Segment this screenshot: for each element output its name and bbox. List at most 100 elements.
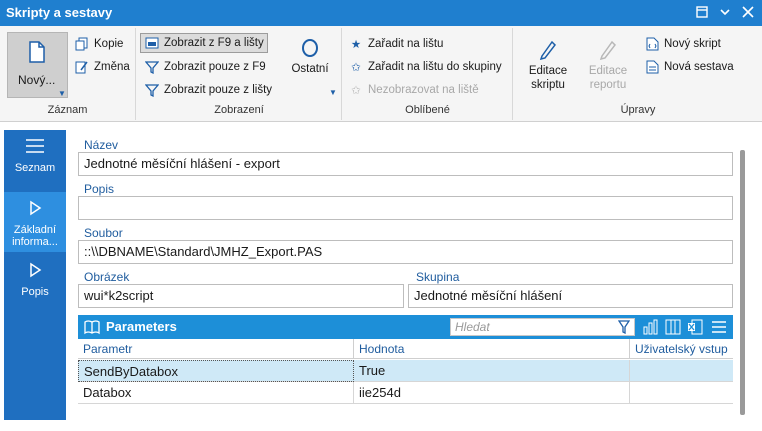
new-report-button[interactable]: Nová sestava xyxy=(644,59,734,75)
parameters-title: Parameters xyxy=(106,319,177,334)
new-button[interactable]: Nový... ▼ xyxy=(7,32,68,98)
dropdown-arrow-icon: ▼ xyxy=(58,89,66,98)
edit-script-label-1: Editace xyxy=(528,65,568,77)
table-cell[interactable] xyxy=(630,360,733,382)
other-button[interactable]: Ostatní ▼ xyxy=(285,38,337,97)
ribbon-group-zobrazeni: Zobrazit z F9 a lišty Zobrazit pouze z F… xyxy=(137,28,342,120)
sidebar-item-label: Seznam xyxy=(14,162,56,174)
book-icon xyxy=(84,320,100,335)
star-group-icon: ✩ xyxy=(351,62,361,74)
sidebar: Seznam Základní informa... Popis xyxy=(4,130,66,420)
table-row[interactable]: Databox iie254d xyxy=(78,382,733,404)
sidebar-item-label: Základní informa... xyxy=(12,224,58,248)
chart-icon[interactable] xyxy=(642,318,660,336)
sidebar-item-seznam[interactable]: Seznam xyxy=(4,130,66,190)
ribbon: Nový... ▼ Kopie Změna Záznam Zobrazit z … xyxy=(0,26,762,122)
search-placeholder: Hledat xyxy=(455,320,490,334)
show-f9-and-bar-button[interactable]: Zobrazit z F9 a lišty xyxy=(140,33,268,53)
script-file-icon xyxy=(644,36,660,52)
hide-from-bar-button[interactable]: ✩ Nezobrazovat na liště xyxy=(348,82,478,98)
obrazek-label: Obrázek xyxy=(84,270,130,284)
copy-button[interactable]: Kopie xyxy=(74,36,123,52)
new-document-icon xyxy=(29,41,45,63)
new-script-button[interactable]: Nový skript xyxy=(644,36,721,52)
list-icon xyxy=(4,138,66,158)
window-icon xyxy=(144,35,160,51)
close-icon[interactable] xyxy=(738,3,758,23)
copy-label: Kopie xyxy=(94,38,124,50)
excel-icon[interactable] xyxy=(686,318,704,336)
ribbon-group-upravy: Editace skriptu Editace reportu Nový skr… xyxy=(514,28,762,120)
dropdown-arrow-icon: ▼ xyxy=(329,88,337,97)
filter-icon xyxy=(144,82,160,98)
edit-report-label-1: Editace xyxy=(588,65,628,77)
star-disabled-icon: ✩ xyxy=(351,85,361,97)
popis-label: Popis xyxy=(84,182,115,196)
add-to-bar-group-button[interactable]: ✩ Zařadit na lištu do skupiny xyxy=(348,59,502,75)
minimize-icon[interactable] xyxy=(715,3,735,23)
vertical-scrollbar[interactable] xyxy=(740,150,745,415)
edit-icon xyxy=(74,59,90,75)
edit-report-label-2: reportu xyxy=(589,79,627,91)
menu-icon[interactable] xyxy=(710,318,728,336)
ribbon-group-oblibene: ★ Zařadit na lištu ✩ Zařadit na lištu do… xyxy=(343,28,513,120)
edit-button[interactable]: Změna xyxy=(74,59,130,75)
filter-icon[interactable] xyxy=(618,320,630,334)
pen-report-icon xyxy=(599,40,616,61)
title-bar: Skripty a sestavy xyxy=(0,0,762,26)
table-cell[interactable]: Databox xyxy=(78,382,354,404)
sidebar-item-zakladni-informace[interactable]: Základní informa... xyxy=(4,192,66,252)
sidebar-item-label: Popis xyxy=(21,286,49,298)
report-file-icon xyxy=(644,59,660,75)
new-button-label: Nový... xyxy=(18,73,56,87)
group-label-upravy: Úpravy xyxy=(620,104,656,116)
group-label-oblibene: Oblíbené xyxy=(405,104,450,116)
show-bar-only-label: Zobrazit pouze z lišty xyxy=(164,84,273,96)
new-report-label: Nová sestava xyxy=(664,61,734,73)
group-label-zobrazeni: Zobrazení xyxy=(214,104,264,116)
sidebar-item-popis[interactable]: Popis xyxy=(4,254,66,314)
edit-label: Změna xyxy=(94,61,130,73)
table-cell[interactable]: SendByDatabox xyxy=(78,360,354,382)
copy-icon xyxy=(74,36,90,52)
star-icon: ★ xyxy=(350,39,362,51)
nazev-field[interactable]: Jednotné měsíční hlášení - export xyxy=(78,152,733,176)
search-input[interactable]: Hledat xyxy=(450,318,635,336)
show-f9-only-button[interactable]: Zobrazit pouze z F9 xyxy=(144,59,266,75)
columns-icon[interactable] xyxy=(664,318,682,336)
soubor-field[interactable]: ::\\DBNAME\Standard\JMHZ_Export.PAS xyxy=(78,240,733,264)
popis-field[interactable] xyxy=(78,196,733,220)
edit-report-button[interactable]: Editace reportu xyxy=(584,38,632,92)
add-to-bar-button[interactable]: ★ Zařadit na lištu xyxy=(348,36,444,52)
pen-code-icon xyxy=(539,40,556,61)
window-title: Skripty a sestavy xyxy=(6,5,113,20)
edit-script-button[interactable]: Editace skriptu xyxy=(524,38,572,92)
add-to-bar-label: Zařadit na lištu xyxy=(368,38,444,50)
group-label-zaznam: Záznam xyxy=(47,104,88,116)
parameters-header: Parameters Hledat xyxy=(78,315,733,339)
skupina-field[interactable]: Jednotné měsíční hlášení xyxy=(408,284,733,308)
column-header-hodnota[interactable]: Hodnota xyxy=(354,339,630,359)
show-f9-only-label: Zobrazit pouze z F9 xyxy=(164,61,266,73)
table-cell[interactable]: True xyxy=(354,360,630,382)
nazev-label: Název xyxy=(84,138,119,152)
column-header-parametr[interactable]: Parametr xyxy=(78,339,354,359)
show-bar-only-button[interactable]: Zobrazit pouze z lišty xyxy=(144,82,272,98)
column-header-uzivatelsky-vstup[interactable]: Uživatelský vstup xyxy=(630,339,733,359)
edit-script-label-2: skriptu xyxy=(531,79,565,91)
circle-icon xyxy=(302,39,318,57)
other-label: Ostatní xyxy=(291,63,329,75)
soubor-label: Soubor xyxy=(84,226,123,240)
restore-icon[interactable] xyxy=(692,3,712,23)
add-to-bar-group-label: Zařadit na lištu do skupiny xyxy=(368,61,502,73)
show-f9-and-bar-label: Zobrazit z F9 a lišty xyxy=(164,37,264,49)
obrazek-field[interactable]: wui*k2script xyxy=(78,284,404,308)
skupina-label: Skupina xyxy=(416,270,460,284)
new-script-label: Nový skript xyxy=(664,38,721,50)
table-row[interactable]: SendByDatabox True xyxy=(78,360,733,382)
table-cell[interactable] xyxy=(630,382,733,404)
table-cell[interactable]: iie254d xyxy=(354,382,630,404)
play-icon xyxy=(4,262,66,282)
play-icon xyxy=(4,200,66,220)
filter-icon xyxy=(144,59,160,75)
